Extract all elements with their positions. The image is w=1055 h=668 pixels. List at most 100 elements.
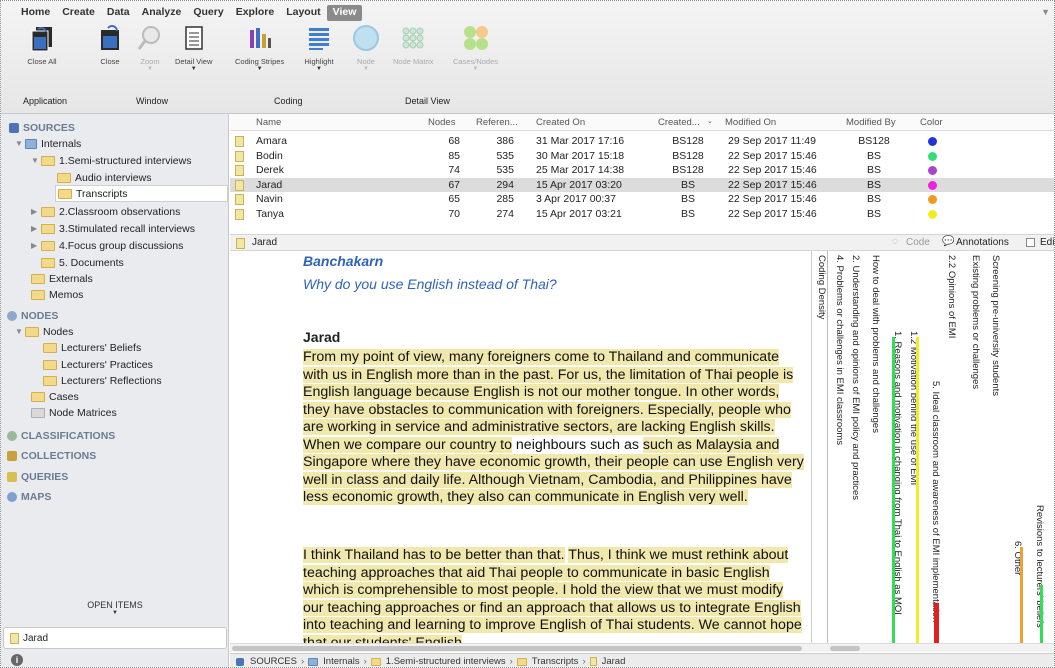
expand-down-icon[interactable]: ▼ (31, 156, 41, 165)
breadcrumb-sources[interactable]: SOURCES (250, 656, 297, 667)
edit-checkbox[interactable] (1026, 238, 1035, 247)
nav-lecturers-beliefs[interactable]: Lecturers' Beliefs (43, 339, 141, 356)
breadcrumb: SOURCES › Internals › 1.Semi-structured … (230, 653, 1054, 667)
code-button[interactable]: Code (906, 237, 930, 248)
menu-create[interactable]: Create (56, 5, 101, 21)
menu-view[interactable]: View (326, 5, 363, 21)
group-detail-view: Detail View (405, 96, 450, 106)
nav-folder-transcripts[interactable]: Transcripts (55, 185, 228, 202)
detail-view-button[interactable]: Detail View ▼ (175, 23, 212, 81)
nav-folder-audio[interactable]: Audio interviews (57, 169, 151, 186)
stripe-label[interactable]: 5. Ideal classroom and awareness of EMI … (930, 381, 941, 622)
coding-stripe-bar[interactable] (892, 337, 895, 643)
nav-collections[interactable]: COLLECTIONS (7, 447, 96, 464)
coding-stripes-button[interactable]: Coding Stripes ▼ (235, 23, 284, 81)
info-icon[interactable]: i (11, 654, 23, 666)
stripe-label[interactable]: How to deal with problems and challenges (870, 255, 881, 433)
breadcrumb-transcripts[interactable]: Transcripts (532, 656, 579, 667)
breadcrumb-internals[interactable]: Internals (323, 656, 359, 667)
table-cell-created-by: BS (680, 178, 695, 191)
table-cell-modified-by: BS (866, 178, 881, 191)
code-icon[interactable]: ◌ (892, 236, 898, 247)
nav-folder-focus-group[interactable]: ▶ 4.Focus group discussions (31, 237, 183, 254)
stripe-label[interactable]: 4. Problems or challenges in EMI classro… (834, 255, 845, 445)
menu-home[interactable]: Home (15, 5, 56, 21)
scroll-thumb[interactable] (232, 646, 802, 651)
col-nodes[interactable]: Nodes (428, 117, 455, 128)
close-button[interactable]: Close (95, 23, 125, 81)
coded-text[interactable]: I think Thailand has to be better than t… (303, 547, 565, 563)
breadcrumb-folder[interactable]: 1.Semi-structured interviews (386, 656, 506, 667)
nav-classifications[interactable]: CLASSIFICATIONS (7, 427, 115, 444)
ribbon-collapse-icon[interactable]: ▼ (1041, 7, 1050, 17)
stripe-label[interactable]: 2. Understanding and opinions of EMI pol… (850, 255, 861, 500)
table-row[interactable]: Jarad 67 294 15 Apr 2017 03:20 BS 22 Sep 2017… (230, 177, 1054, 193)
stripe-label[interactable]: Existing problems or challenges (970, 255, 981, 389)
col-modified-by[interactable]: Modified By (846, 117, 896, 128)
nav-cases[interactable]: Cases (31, 388, 79, 405)
col-name[interactable]: Name (256, 117, 281, 128)
table-row[interactable]: Tanya 70 274 15 Apr 2017 03:21 BS 22 Sep 2017… (230, 207, 1054, 222)
menu-explore[interactable]: Explore (230, 5, 281, 21)
nav-nodes[interactable]: ▼ Nodes (15, 323, 73, 340)
cases-nodes-button[interactable]: Cases/Nodes ▼ (453, 23, 498, 81)
nav-node-matrices[interactable]: Node Matrices (31, 404, 117, 421)
expand-right-icon[interactable]: ▶ (31, 207, 41, 216)
nav-memos[interactable]: Memos (31, 286, 83, 303)
document-view[interactable]: Banchakarn Why do you use English instea… (230, 251, 810, 643)
internals-icon (308, 657, 319, 666)
coded-text[interactable]: From my point of view, many foreigners c… (303, 349, 794, 435)
nav-folder-documents[interactable]: 5. Documents (41, 254, 124, 271)
annotations-toggle[interactable]: Annotations (956, 237, 1009, 248)
nav-nodes-section[interactable]: NODES (7, 307, 58, 324)
close-all-button[interactable]: Close All (27, 23, 57, 81)
coded-text[interactable]: When we compare our country to (303, 436, 512, 453)
table-cell-modified: 22 Sep 2017 15:46 (728, 164, 817, 177)
col-modified-on[interactable]: Modified On (725, 117, 776, 128)
nav-sources[interactable]: SOURCES (9, 119, 75, 136)
open-item-jarad[interactable]: Jarad (3, 627, 227, 649)
nav-lecturers-practices[interactable]: Lecturers' Practices (43, 356, 153, 373)
nav-folder-stimulated[interactable]: ▶ 3.Stimulated recall interviews (31, 220, 195, 237)
table-row[interactable]: Bodin 85 535 30 Mar 2017 15:18 BS128 22 Sep 2… (230, 149, 1054, 164)
node-button[interactable]: Node ▼ (351, 23, 381, 81)
menu-layout[interactable]: Layout (280, 5, 326, 21)
breadcrumb-document[interactable]: Jarad (602, 656, 626, 667)
col-references[interactable]: Referen... (476, 117, 518, 128)
nav-internals[interactable]: ▼ Internals (15, 135, 81, 152)
coding-stripe-bar[interactable] (916, 337, 919, 643)
col-color[interactable]: Color (920, 117, 943, 128)
table-row[interactable]: Derek 74 535 25 Mar 2017 14:38 BS128 22 Sep 2… (230, 163, 1054, 178)
menu-analyze[interactable]: Analyze (136, 5, 188, 21)
open-items-header[interactable]: OPEN ITEMS ▼ (1, 600, 229, 616)
table-cell-created: 25 Mar 2017 14:38 (536, 164, 625, 177)
nav-queries[interactable]: QUERIES (7, 468, 68, 485)
stripe-label[interactable]: 2.2 Opinions of EMI (946, 255, 957, 338)
expand-right-icon[interactable]: ▶ (31, 224, 41, 233)
table-cell-created-by: BS (680, 193, 695, 206)
table-row[interactable]: Amara 68 386 31 Mar 2017 17:16 BS128 29 Sep 2… (230, 134, 1054, 149)
menu-query[interactable]: Query (187, 5, 229, 21)
stripes-scroll-thumb[interactable] (830, 646, 860, 651)
table-row[interactable]: Navin 65 285 3 Apr 2017 00:37 BS 22 Sep 2017 … (230, 192, 1054, 207)
expand-down-icon[interactable]: ▼ (15, 327, 25, 336)
nav-maps[interactable]: MAPS (7, 488, 51, 505)
coding-stripe-bar[interactable] (1040, 585, 1043, 643)
table-cell-name: Jarad (256, 178, 283, 191)
node-matrix-button[interactable]: Node Matrix (393, 23, 433, 81)
nav-folder-semi-structured[interactable]: ▼ 1.Semi-structured interviews (31, 152, 191, 169)
expand-right-icon[interactable]: ▶ (31, 241, 41, 250)
coding-stripe-bar[interactable] (934, 603, 939, 643)
col-created-by[interactable]: Created... (658, 117, 700, 128)
stripe-label[interactable]: Screening pre-university students (990, 255, 1001, 396)
nav-folder-classroom[interactable]: ▶ 2.Classroom observations (31, 203, 180, 220)
col-created-on[interactable]: Created On (536, 117, 585, 128)
highlight-button[interactable]: Highlight ▼ (304, 23, 334, 81)
zoom-button[interactable]: Zoom ▼ (135, 23, 165, 81)
expand-down-icon[interactable]: ▼ (15, 139, 25, 148)
menu-data[interactable]: Data (101, 5, 136, 21)
nav-lecturers-reflections[interactable]: Lecturers' Reflections (43, 372, 162, 389)
coding-stripe-bar[interactable] (1020, 547, 1023, 643)
nav-externals[interactable]: Externals (31, 270, 93, 287)
horizontal-scrollbar[interactable] (230, 643, 1054, 652)
